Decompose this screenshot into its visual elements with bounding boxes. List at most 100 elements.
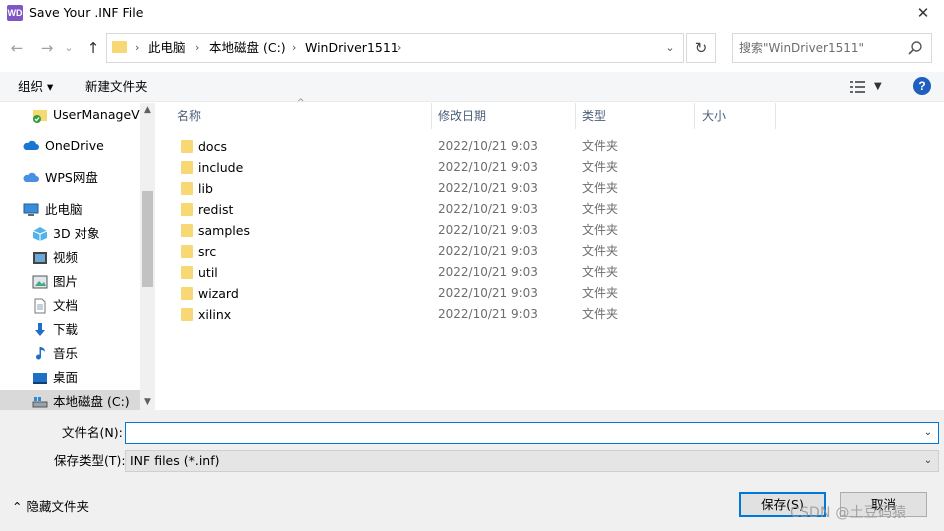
sidebar-item-label: 视频: [53, 250, 79, 265]
file-name: util: [198, 265, 218, 280]
sidebar-item-this-pc[interactable]: 此电脑: [0, 198, 140, 222]
sidebar-item-music[interactable]: 音乐: [0, 342, 140, 366]
sidebar-item-label: 桌面: [53, 370, 79, 385]
file-row[interactable]: wizard 2022/10/21 9:03 文件夹: [173, 283, 633, 304]
view-dropdown-icon[interactable]: ▼: [874, 72, 882, 102]
search-input[interactable]: [739, 34, 909, 62]
refresh-button[interactable]: ↻: [686, 33, 716, 63]
column-header-date[interactable]: 修改日期: [438, 103, 486, 129]
sidebar-item-documents[interactable]: 文档: [0, 294, 140, 318]
chevron-down-icon[interactable]: ⌄: [920, 423, 936, 443]
title-bar: WD Save Your .INF File ✕: [0, 0, 944, 27]
search-icon[interactable]: [907, 40, 923, 56]
file-date: 2022/10/21 9:03: [438, 265, 538, 279]
filename-field[interactable]: ⌄: [125, 422, 939, 444]
column-divider[interactable]: [694, 103, 695, 129]
sidebar-item-c-drive[interactable]: 本地磁盘 (C:): [0, 390, 140, 410]
file-type: 文件夹: [582, 265, 619, 279]
chevron-down-icon[interactable]: ⌄: [920, 451, 936, 471]
app-icon: WD: [7, 5, 23, 21]
column-divider[interactable]: [775, 103, 776, 129]
file-date: 2022/10/21 9:03: [438, 223, 538, 237]
navigation-scrollbar[interactable]: ▲ ▼: [140, 103, 155, 410]
folder-icon: [181, 161, 193, 174]
sidebar-item-label: 此电脑: [45, 202, 83, 217]
sort-indicator-icon: ^: [297, 98, 305, 108]
scroll-down-button[interactable]: ▼: [140, 395, 155, 410]
file-row[interactable]: lib 2022/10/21 9:03 文件夹: [173, 178, 633, 199]
file-type: 文件夹: [582, 286, 619, 300]
breadcrumb-separator: ›: [292, 41, 297, 54]
column-header-name[interactable]: 名称: [177, 103, 201, 129]
column-divider[interactable]: [575, 103, 576, 129]
sidebar-item-pictures[interactable]: 图片: [0, 270, 140, 294]
scroll-up-button[interactable]: ▲: [140, 103, 155, 118]
recent-locations-button[interactable]: ⌄: [60, 33, 78, 63]
sidebar-item-downloads[interactable]: 下载: [0, 318, 140, 342]
file-date: 2022/10/21 9:03: [438, 139, 538, 153]
file-name: docs: [198, 139, 227, 154]
up-button[interactable]: ↑: [82, 33, 104, 63]
column-header-size[interactable]: 大小: [702, 103, 726, 129]
breadcrumb-c-drive[interactable]: 本地磁盘 (C:): [209, 34, 286, 62]
search-box[interactable]: [732, 33, 932, 63]
filetype-select[interactable]: INF files (*.inf) ⌄: [125, 450, 939, 472]
view-options-icon[interactable]: [850, 80, 866, 94]
breadcrumb-windriver[interactable]: WinDriver1511: [305, 34, 399, 62]
file-name: src: [198, 244, 217, 259]
filename-input[interactable]: [129, 424, 909, 442]
file-row[interactable]: redist 2022/10/21 9:03 文件夹: [173, 199, 633, 220]
hide-folders-button[interactable]: ⌃ 隐藏文件夹: [12, 498, 89, 516]
address-dropdown-button[interactable]: ⌄: [659, 34, 681, 62]
video-icon: [33, 252, 47, 264]
cube-icon: [32, 227, 48, 241]
sidebar-item-label: 图片: [53, 274, 79, 289]
file-row[interactable]: docs 2022/10/21 9:03 文件夹: [173, 136, 633, 157]
folder-icon: [181, 203, 193, 216]
folder-icon: [181, 182, 193, 195]
new-folder-button[interactable]: 新建文件夹: [85, 72, 148, 102]
sidebar-item-onedrive[interactable]: OneDrive: [0, 134, 140, 158]
help-icon[interactable]: ?: [913, 77, 931, 95]
address-bar[interactable]: › 此电脑 › 本地磁盘 (C:) › WinDriver1511 › ⌄: [106, 33, 684, 63]
document-icon: [34, 298, 46, 314]
file-row[interactable]: samples 2022/10/21 9:03 文件夹: [173, 220, 633, 241]
file-date: 2022/10/21 9:03: [438, 244, 538, 258]
sidebar-item-label: 下载: [53, 322, 79, 337]
sidebar-item-usermanage[interactable]: UserManageVi: [0, 103, 140, 127]
navigation-pane: UserManageVi OneDrive WPS网盘 此电脑 3D 对象 视频: [0, 103, 155, 410]
column-header-type[interactable]: 类型: [582, 103, 606, 129]
folder-icon: [181, 245, 193, 258]
file-row[interactable]: include 2022/10/21 9:03 文件夹: [173, 157, 633, 178]
breadcrumb-this-pc[interactable]: 此电脑: [148, 34, 186, 62]
sidebar-item-wps[interactable]: WPS网盘: [0, 166, 140, 190]
sidebar-item-label: WPS网盘: [45, 170, 98, 185]
file-type: 文件夹: [582, 244, 619, 258]
column-divider[interactable]: [431, 103, 432, 129]
close-button[interactable]: ✕: [908, 2, 938, 24]
forward-button[interactable]: →: [36, 33, 58, 63]
sidebar-item-videos[interactable]: 视频: [0, 246, 140, 270]
breadcrumb-separator: ›: [135, 41, 140, 54]
back-button[interactable]: ←: [6, 33, 28, 63]
sidebar-item-label: UserManageVi: [53, 107, 140, 122]
sidebar-item-desktop[interactable]: 桌面: [0, 366, 140, 390]
file-type: 文件夹: [582, 223, 619, 237]
scroll-thumb[interactable]: [142, 191, 153, 287]
sidebar-item-3d-objects[interactable]: 3D 对象: [0, 222, 140, 246]
file-row[interactable]: src 2022/10/21 9:03 文件夹: [173, 241, 633, 262]
file-type: 文件夹: [582, 307, 619, 321]
file-type: 文件夹: [582, 202, 619, 216]
folder-icon: [181, 224, 193, 237]
cloud-icon: [23, 140, 39, 150]
file-row[interactable]: util 2022/10/21 9:03 文件夹: [173, 262, 633, 283]
organize-button[interactable]: 组织 ▾: [18, 72, 53, 102]
file-date: 2022/10/21 9:03: [438, 286, 538, 300]
music-icon: [36, 347, 45, 360]
breadcrumb-separator: ›: [195, 41, 200, 54]
file-row[interactable]: xilinx 2022/10/21 9:03 文件夹: [173, 304, 633, 325]
command-toolbar: 组织 ▾ 新建文件夹 ▼: [0, 72, 944, 102]
file-type: 文件夹: [582, 181, 619, 195]
filetype-value: INF files (*.inf): [130, 453, 220, 468]
file-list: ^ 名称 修改日期 类型 大小 docs 2022/10/21 9:03 文件夹…: [157, 98, 944, 410]
